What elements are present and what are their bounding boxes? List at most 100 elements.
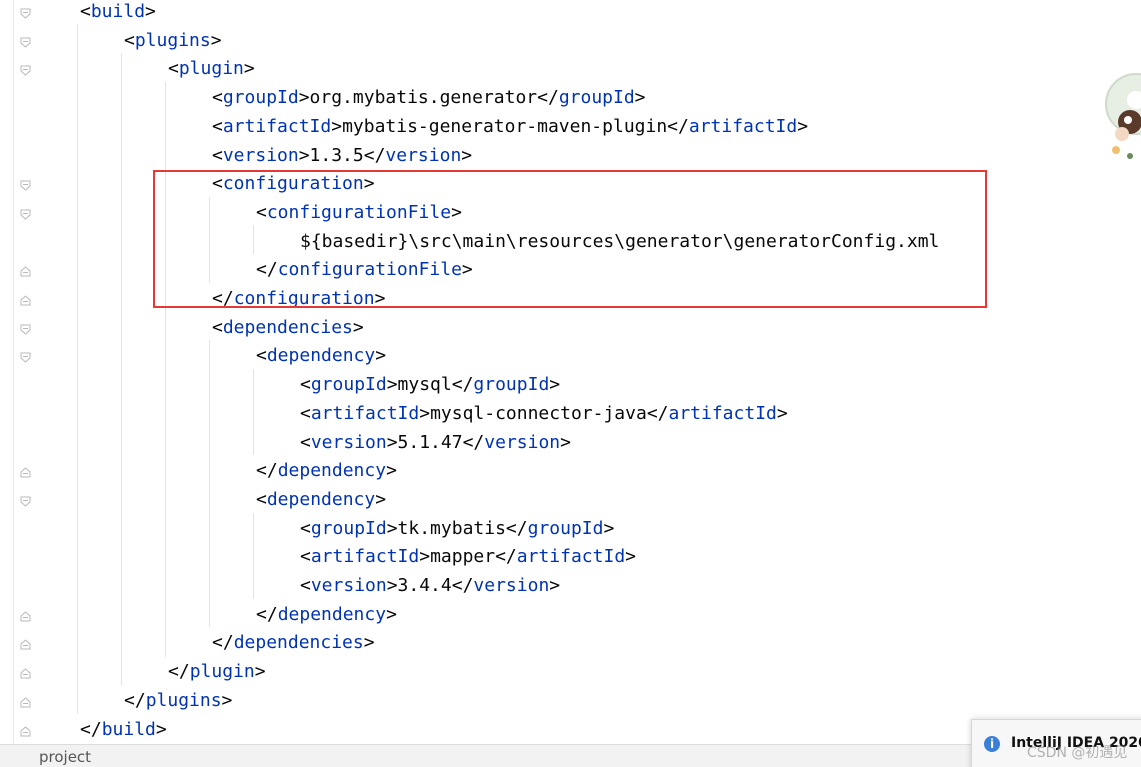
code-line[interactable]: <groupId>tk.mybatis</groupId>	[300, 515, 614, 544]
tag-bracket: </	[646, 402, 669, 424]
fold-collapse-icon[interactable]	[20, 180, 31, 191]
code-line[interactable]: <version>3.4.4</version>	[300, 572, 560, 601]
tag-bracket: >	[145, 1, 156, 22]
fold-collapse-icon[interactable]	[20, 496, 31, 507]
tag-name: dependency	[277, 460, 387, 482]
code-line[interactable]: </dependencies>	[212, 629, 375, 658]
indent-guide	[165, 82, 166, 657]
tag-bracket: <	[80, 1, 91, 22]
tag-bracket: <	[212, 144, 223, 166]
code-line[interactable]: <build>	[80, 0, 156, 27]
code-line[interactable]: <artifactId>mybatis-generator-maven-plug…	[212, 113, 808, 142]
tag-bracket: >	[243, 58, 255, 80]
tag-value: 5.1.47	[397, 431, 463, 453]
tag-name: version	[473, 575, 550, 596]
tag-name: artifactId	[516, 546, 626, 568]
tag-bracket: >	[375, 488, 387, 510]
fold-collapse-icon[interactable]	[20, 8, 31, 19]
tag-bracket: </	[462, 431, 485, 453]
tag-bracket: <	[300, 575, 311, 596]
tag-bracket: <	[168, 58, 179, 80]
fold-end-icon[interactable]	[20, 611, 31, 622]
tag-bracket: >	[461, 144, 473, 166]
tag-bracket: <	[212, 87, 223, 109]
tag-name: build	[90, 1, 146, 22]
tag-bracket: >	[419, 546, 431, 568]
tag-bracket: </	[363, 144, 386, 166]
tag-bracket: </	[168, 661, 190, 683]
code-line[interactable]: </dependency>	[256, 457, 397, 486]
fold-end-icon[interactable]	[20, 266, 31, 277]
tag-bracket: </	[667, 115, 689, 137]
fold-end-icon[interactable]	[20, 697, 31, 708]
tag-bracket: >	[386, 460, 397, 482]
code-editor[interactable]: <build> <plugins> <plugin> <groupId>org.myb…	[40, 0, 1141, 744]
tag-name: version	[484, 431, 561, 453]
tag-bracket: >	[419, 402, 431, 424]
fold-collapse-icon[interactable]	[20, 209, 31, 220]
tag-name: groupId	[527, 517, 604, 539]
tag-name: dependency	[277, 603, 387, 625]
code-line[interactable]: </build>	[80, 716, 167, 745]
info-icon: i	[984, 736, 1000, 752]
fold-collapse-icon[interactable]	[20, 324, 31, 335]
mascot-decoration	[1100, 60, 1141, 170]
code-line[interactable]: </plugins>	[124, 687, 232, 716]
tag-name: groupId	[558, 87, 635, 109]
tag-bracket: >	[603, 517, 615, 539]
tag-bracket: <	[300, 374, 311, 396]
tag-bracket: <	[300, 517, 311, 539]
tag-value: 3.4.4	[397, 575, 452, 596]
tag-name: version	[222, 144, 299, 166]
code-line[interactable]: </plugin>	[168, 658, 266, 687]
code-line[interactable]: <plugin>	[168, 55, 255, 84]
tag-bracket: >	[155, 718, 167, 740]
tag-bracket: </	[212, 632, 234, 654]
code-line[interactable]: <artifactId>mapper</artifactId>	[300, 543, 636, 572]
tag-bracket: <	[300, 431, 311, 453]
tag-bracket: >	[352, 316, 364, 338]
code-line[interactable]: <artifactId>mysql-connector-java</artifa…	[300, 400, 788, 429]
fold-end-icon[interactable]	[20, 668, 31, 679]
fold-end-icon[interactable]	[20, 295, 31, 306]
indent-guide	[253, 513, 254, 599]
tag-bracket: >	[386, 374, 398, 396]
tag-bracket: >	[625, 546, 636, 568]
status-bar-project-label[interactable]: project	[39, 748, 91, 766]
fold-end-icon[interactable]	[20, 725, 31, 737]
tag-value: mapper	[430, 546, 496, 568]
fold-collapse-icon[interactable]	[20, 65, 31, 77]
tag-bracket: >	[254, 661, 266, 683]
tag-name: version	[310, 431, 387, 453]
code-line[interactable]: <groupId>mysql</groupId>	[300, 371, 560, 400]
code-line[interactable]: </dependency>	[256, 601, 397, 630]
tag-name: groupId	[473, 374, 550, 396]
tag-bracket: >	[363, 632, 375, 654]
code-line[interactable]: <dependency>	[256, 486, 386, 515]
code-line[interactable]: <plugins>	[124, 27, 222, 56]
code-line[interactable]: <dependency>	[256, 342, 386, 371]
tag-bracket: <	[300, 546, 311, 568]
code-line[interactable]: <version>5.1.47</version>	[300, 429, 571, 458]
tag-value: tk.mybatis	[397, 517, 506, 539]
tag-bracket: >	[331, 115, 343, 137]
tag-bracket: >	[375, 345, 387, 367]
tag-bracket: >	[210, 29, 222, 51]
fold-collapse-icon[interactable]	[20, 352, 31, 364]
fold-end-icon[interactable]	[20, 639, 31, 650]
code-line[interactable]: <dependencies>	[212, 314, 364, 343]
tag-bracket: </	[537, 87, 559, 109]
tag-value: 1.3.5	[309, 144, 364, 166]
annotation-highlight-box	[153, 170, 987, 308]
tag-bracket: <	[256, 488, 267, 510]
code-line[interactable]: <groupId>org.mybatis.generator</groupId>	[212, 84, 646, 113]
code-line[interactable]: <version>1.3.5</version>	[212, 142, 472, 171]
tag-bracket: >	[386, 575, 398, 596]
tag-name: build	[101, 718, 156, 740]
fold-collapse-icon[interactable]	[20, 37, 31, 48]
tag-name: version	[385, 144, 462, 166]
fold-end-icon[interactable]	[20, 467, 31, 478]
tag-name: artifactId	[310, 402, 420, 424]
tag-name: plugin	[189, 661, 255, 683]
tag-name: artifactId	[668, 402, 777, 424]
